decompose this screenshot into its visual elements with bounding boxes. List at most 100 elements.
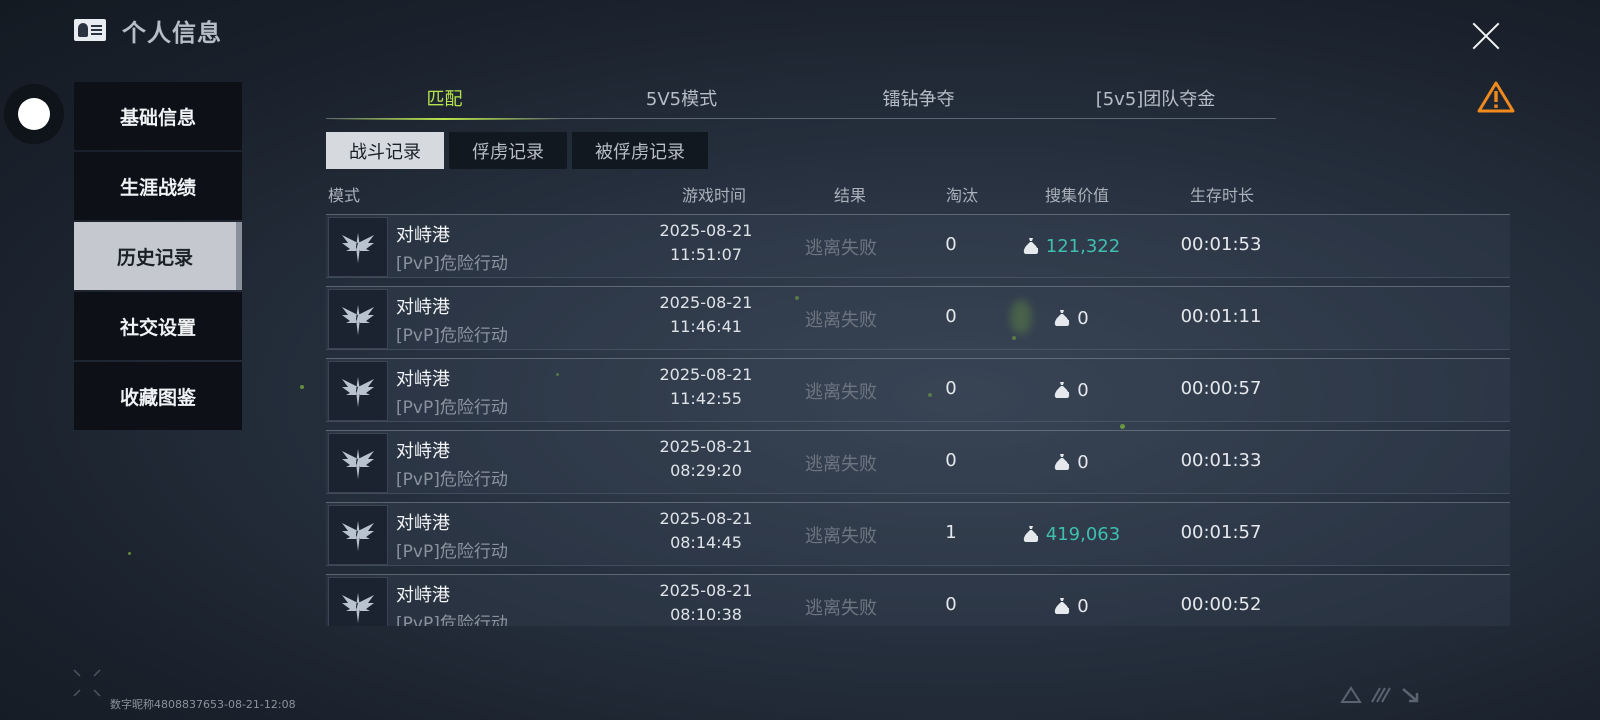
eliminations-count: 0 (945, 450, 957, 471)
wing-emblem-icon (342, 305, 374, 335)
game-time: 11:46:41 (670, 317, 742, 336)
map-name: 对峙港 (396, 585, 450, 606)
sidebar-item-career-stats[interactable]: 生涯战绩 (74, 152, 242, 220)
table-row[interactable]: 对峙港 [PvP]危险行动 2025-08-21 08:14:45 逃离失败 1… (326, 502, 1510, 566)
loot-amount: 419,063 (1045, 523, 1121, 545)
survival-time: 00:00:52 (1180, 594, 1262, 615)
loot-amount: 0 (1077, 379, 1089, 401)
column-header-result: 结果 (834, 186, 867, 205)
eliminations-count: 0 (945, 306, 957, 327)
sidebar: 基础信息 生涯战绩 历史记录 社交设置 收藏图鉴 (74, 82, 242, 432)
wing-emblem-icon (342, 233, 374, 263)
result-text: 逃离失败 (805, 310, 877, 331)
game-time: 11:51:07 (670, 245, 742, 264)
loot-value: 0 (996, 375, 1146, 405)
mode-name: [PvP]危险行动 (396, 614, 508, 626)
loot-amount: 0 (1077, 595, 1089, 617)
game-date: 2025-08-21 (659, 293, 753, 312)
tab-5v5[interactable]: 5V5模式 (563, 86, 800, 118)
result-text: 逃离失败 (805, 382, 877, 403)
eliminations-count: 0 (945, 234, 957, 255)
map-thumbnail (328, 577, 388, 626)
loot-value: 0 (996, 591, 1146, 621)
triangle-logo-icon (1340, 686, 1362, 703)
result-text: 逃离失败 (805, 526, 877, 547)
column-header-game-time: 游戏时间 (682, 186, 747, 205)
player-id-watermark: 数字昵称4808837653-08-21-12:08 (110, 698, 296, 711)
tab-team-gold[interactable]: [5v5]团队夺金 (1037, 86, 1274, 118)
table-row[interactable]: 对峙港 [PvP]危险行动 2025-08-21 11:51:07 逃离失败 0… (326, 214, 1510, 278)
loot-bag-icon (1023, 238, 1038, 254)
table-row[interactable]: 对峙港 [PvP]危险行动 2025-08-21 08:10:38 逃离失败 0… (326, 574, 1510, 626)
map-thumbnail (328, 289, 388, 349)
loot-bag-icon (1023, 526, 1038, 542)
mode-name: [PvP]危险行动 (396, 542, 508, 562)
result-text: 逃离失败 (805, 598, 877, 619)
corner-brand-icons (1340, 686, 1422, 704)
game-date: 2025-08-21 (659, 221, 753, 240)
wing-emblem-icon (342, 377, 374, 407)
mode-name: [PvP]危险行动 (396, 398, 508, 418)
map-name: 对峙港 (396, 441, 450, 462)
loot-amount: 0 (1077, 307, 1089, 329)
loot-value: 0 (996, 303, 1146, 333)
tab-capture-records[interactable]: 俘虏记录 (449, 132, 567, 169)
loot-amount: 0 (1077, 451, 1089, 473)
survival-time: 00:01:57 (1180, 522, 1262, 543)
loot-bag-icon (1055, 382, 1070, 398)
eliminations-count: 0 (945, 594, 957, 615)
wing-emblem-icon (342, 449, 374, 479)
map-name: 对峙港 (396, 297, 450, 318)
game-date: 2025-08-21 (659, 365, 753, 384)
tab-battle-records[interactable]: 战斗记录 (326, 132, 444, 169)
loot-bag-icon (1055, 310, 1070, 326)
id-card-icon (74, 19, 106, 41)
stripes-logo-icon (1371, 687, 1391, 703)
warning-triangle-icon[interactable] (1476, 80, 1516, 114)
map-thumbnail (328, 217, 388, 277)
mode-name: [PvP]危险行动 (396, 326, 508, 346)
table-row[interactable]: 对峙港 [PvP]危险行动 2025-08-21 08:29:20 逃离失败 0… (326, 430, 1510, 494)
game-time: 08:14:45 (670, 533, 742, 552)
sidebar-item-collection[interactable]: 收藏图鉴 (74, 362, 242, 430)
sidebar-item-basic-info[interactable]: 基础信息 (74, 82, 242, 150)
tab-radium-diamond[interactable]: 镭钻争夺 (800, 86, 1037, 118)
survival-time: 00:00:57 (1180, 378, 1262, 399)
mode-name: [PvP]危险行动 (396, 470, 508, 490)
mode-tabs: 匹配 5V5模式 镭钻争夺 [5v5]团队夺金 (326, 86, 1276, 120)
wing-emblem-icon (342, 593, 374, 623)
survival-time: 00:01:11 (1180, 306, 1262, 327)
background-speck (128, 552, 131, 555)
map-name: 对峙港 (396, 369, 450, 390)
column-header-eliminations: 淘汰 (946, 186, 979, 205)
table-row[interactable]: 对峙港 [PvP]危险行动 2025-08-21 11:46:41 逃离失败 0… (326, 286, 1510, 350)
table-row[interactable]: 对峙港 [PvP]危险行动 2025-08-21 11:42:55 逃离失败 0… (326, 358, 1510, 422)
tab-captured-records[interactable]: 被俘虏记录 (572, 132, 708, 169)
column-header-survival: 生存时长 (1190, 186, 1255, 205)
close-icon[interactable] (1466, 16, 1506, 56)
survival-time: 00:01:53 (1180, 234, 1262, 255)
map-thumbnail (328, 505, 388, 565)
game-time: 08:10:38 (670, 605, 742, 624)
page-title: 个人信息 (122, 18, 222, 47)
survival-time: 00:01:33 (1180, 450, 1262, 471)
map-name: 对峙港 (396, 225, 450, 246)
eliminations-count: 1 (945, 522, 957, 543)
sidebar-item-social-settings[interactable]: 社交设置 (74, 292, 242, 360)
sub-tabs: 战斗记录 俘虏记录 被俘虏记录 (326, 132, 708, 169)
page-header: 个人信息 (74, 14, 222, 47)
sidebar-item-history[interactable]: 历史记录 (74, 222, 242, 290)
game-date: 2025-08-21 (659, 509, 753, 528)
result-text: 逃离失败 (805, 238, 877, 259)
arrow-logo-icon (1402, 688, 1419, 703)
loot-value: 121,322 (996, 231, 1146, 261)
loot-bag-icon (1055, 598, 1070, 614)
game-time: 11:42:55 (670, 389, 742, 408)
eliminations-count: 0 (945, 378, 957, 399)
map-name: 对峙港 (396, 513, 450, 534)
avatar-toggle-button[interactable] (4, 84, 64, 144)
tab-match[interactable]: 匹配 (326, 86, 563, 120)
game-time: 08:29:20 (670, 461, 742, 480)
records-list[interactable]: 对峙港 [PvP]危险行动 2025-08-21 11:51:07 逃离失败 0… (326, 214, 1510, 626)
map-thumbnail (328, 361, 388, 421)
